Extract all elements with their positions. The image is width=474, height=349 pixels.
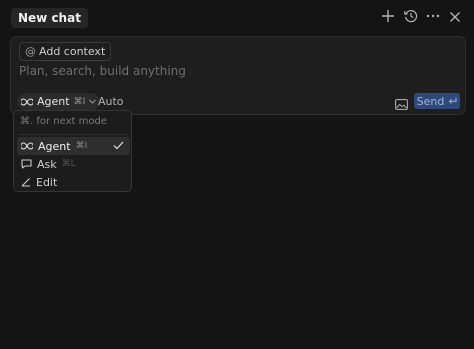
composer-panel: @ Add context Plan, search, build anythi… [10,36,466,115]
tab-label: New chat [18,11,81,25]
infinity-icon [21,97,33,106]
chat-input[interactable]: Plan, search, build anything [19,64,186,78]
mode-label: Agent [37,95,70,108]
more-icon[interactable] [424,8,442,28]
infinity-icon [21,142,33,150]
add-context-button[interactable]: @ Add context [19,42,112,61]
menu-item-ask[interactable]: Ask ⌘L [17,155,130,173]
next-mode-hint: ⌘. for next mode [20,116,107,127]
menu-item-shortcut: ⌘I [75,141,88,151]
menu-item-label: Edit [36,175,58,189]
at-icon: @ [25,45,36,58]
tab-new-chat[interactable]: New chat [11,8,88,28]
plus-icon[interactable] [379,8,397,28]
chat-bubble-icon [21,159,32,169]
image-icon[interactable] [395,95,409,110]
menu-item-edit[interactable]: Edit [17,173,130,191]
mode-shortcut: ⌘I [73,96,86,107]
mode-menu: ⌘. for next mode Agent ⌘I Ask ⌘L Edit [13,110,132,192]
menu-divider [18,134,127,135]
close-icon[interactable] [446,8,464,28]
enter-icon [448,97,457,105]
history-icon[interactable] [402,8,420,28]
pencil-icon [21,177,31,187]
send-label: Send [416,94,445,108]
send-button[interactable]: Send [414,93,460,109]
menu-item-label: Ask [37,157,57,171]
mode-selector[interactable]: Agent ⌘I [17,93,101,110]
checkmark-icon [113,140,124,153]
add-context-label: Add context [39,45,106,58]
chevron-down-icon [89,99,97,104]
model-selector[interactable]: Auto [98,95,124,108]
menu-item-agent[interactable]: Agent ⌘I [17,137,130,155]
menu-item-shortcut: ⌘L [61,159,76,169]
menu-item-label: Agent [38,139,71,153]
